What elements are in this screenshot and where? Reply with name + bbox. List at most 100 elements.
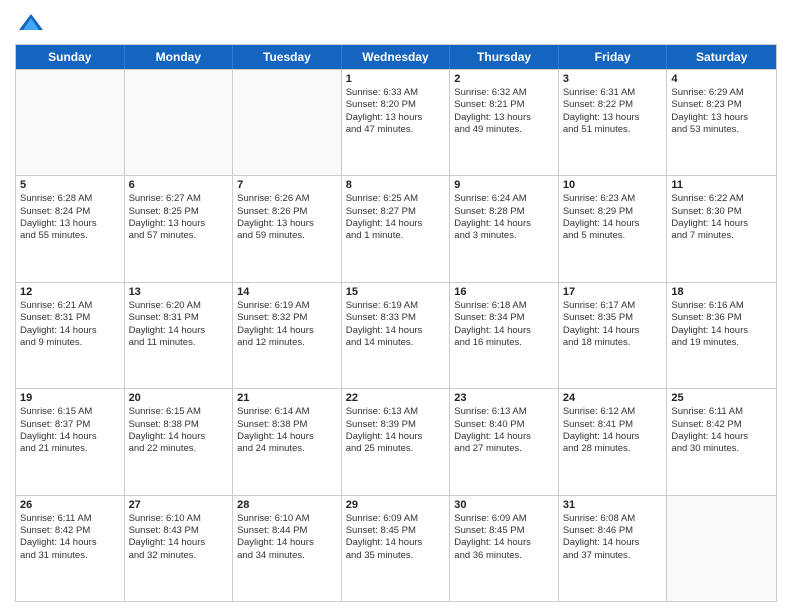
cell-line: Sunrise: 6:09 AM <box>346 513 446 525</box>
cell-line: Sunrise: 6:27 AM <box>129 193 229 205</box>
cell-line: Sunrise: 6:11 AM <box>20 513 120 525</box>
cell-line: and 35 minutes. <box>346 550 446 562</box>
cell-line: Sunrise: 6:22 AM <box>671 193 772 205</box>
day-number: 27 <box>129 499 229 511</box>
day-number: 21 <box>237 392 337 404</box>
cell-line: Sunrise: 6:10 AM <box>129 513 229 525</box>
cell-line: Sunset: 8:32 PM <box>237 312 337 324</box>
cell-line: and 55 minutes. <box>20 230 120 242</box>
cell-line: and 36 minutes. <box>454 550 554 562</box>
day-number: 2 <box>454 73 554 85</box>
cell-line: and 34 minutes. <box>237 550 337 562</box>
weekday-header-sunday: Sunday <box>16 45 125 69</box>
cell-line: Daylight: 14 hours <box>129 431 229 443</box>
cell-line: and 5 minutes. <box>563 230 663 242</box>
cell-line: Daylight: 14 hours <box>563 325 663 337</box>
cell-line: Daylight: 13 hours <box>129 218 229 230</box>
day-cell-14: 14Sunrise: 6:19 AMSunset: 8:32 PMDayligh… <box>233 283 342 388</box>
cell-line: Sunrise: 6:16 AM <box>671 300 772 312</box>
day-cell-7: 7Sunrise: 6:26 AMSunset: 8:26 PMDaylight… <box>233 176 342 281</box>
cell-line: Daylight: 14 hours <box>454 431 554 443</box>
cell-line: Sunset: 8:25 PM <box>129 206 229 218</box>
cell-line: Sunrise: 6:14 AM <box>237 406 337 418</box>
cell-line: Sunrise: 6:18 AM <box>454 300 554 312</box>
cell-line: Sunrise: 6:19 AM <box>346 300 446 312</box>
cell-line: Daylight: 14 hours <box>346 325 446 337</box>
day-number: 13 <box>129 286 229 298</box>
cell-line: and 30 minutes. <box>671 443 772 455</box>
day-number: 30 <box>454 499 554 511</box>
cell-line: Sunset: 8:44 PM <box>237 525 337 537</box>
cell-line: Sunset: 8:30 PM <box>671 206 772 218</box>
cell-line: Sunset: 8:27 PM <box>346 206 446 218</box>
day-number: 5 <box>20 179 120 191</box>
day-number: 18 <box>671 286 772 298</box>
cell-line: Sunrise: 6:31 AM <box>563 87 663 99</box>
page: SundayMondayTuesdayWednesdayThursdayFrid… <box>0 0 792 612</box>
cell-line: Sunset: 8:46 PM <box>563 525 663 537</box>
weekday-header-thursday: Thursday <box>450 45 559 69</box>
day-cell-31: 31Sunrise: 6:08 AMSunset: 8:46 PMDayligh… <box>559 496 668 601</box>
cell-line: and 7 minutes. <box>671 230 772 242</box>
calendar-row-4: 19Sunrise: 6:15 AMSunset: 8:37 PMDayligh… <box>16 388 776 494</box>
cell-line: and 21 minutes. <box>20 443 120 455</box>
cell-line: Daylight: 14 hours <box>346 537 446 549</box>
cell-line: Sunrise: 6:28 AM <box>20 193 120 205</box>
cell-line: Sunset: 8:24 PM <box>20 206 120 218</box>
cell-line: Sunset: 8:38 PM <box>237 419 337 431</box>
cell-line: Sunset: 8:45 PM <box>454 525 554 537</box>
day-number: 17 <box>563 286 663 298</box>
day-cell-30: 30Sunrise: 6:09 AMSunset: 8:45 PMDayligh… <box>450 496 559 601</box>
day-number: 15 <box>346 286 446 298</box>
day-number: 28 <box>237 499 337 511</box>
cell-line: and 37 minutes. <box>563 550 663 562</box>
day-number: 4 <box>671 73 772 85</box>
cell-line: Sunset: 8:39 PM <box>346 419 446 431</box>
cell-line: and 53 minutes. <box>671 124 772 136</box>
cell-line: and 32 minutes. <box>129 550 229 562</box>
cell-line: Daylight: 14 hours <box>671 431 772 443</box>
weekday-header-monday: Monday <box>125 45 234 69</box>
day-number: 20 <box>129 392 229 404</box>
cell-line: Sunset: 8:43 PM <box>129 525 229 537</box>
logo-icon <box>17 10 45 38</box>
empty-cell <box>667 496 776 601</box>
cell-line: Daylight: 14 hours <box>454 218 554 230</box>
day-cell-12: 12Sunrise: 6:21 AMSunset: 8:31 PMDayligh… <box>16 283 125 388</box>
weekday-header-saturday: Saturday <box>667 45 776 69</box>
cell-line: Sunset: 8:38 PM <box>129 419 229 431</box>
cell-line: and 11 minutes. <box>129 337 229 349</box>
cell-line: Sunrise: 6:29 AM <box>671 87 772 99</box>
cell-line: Sunset: 8:42 PM <box>20 525 120 537</box>
cell-line: Sunrise: 6:09 AM <box>454 513 554 525</box>
cell-line: and 27 minutes. <box>454 443 554 455</box>
cell-line: Sunset: 8:20 PM <box>346 99 446 111</box>
day-cell-1: 1Sunrise: 6:33 AMSunset: 8:20 PMDaylight… <box>342 70 451 175</box>
cell-line: Sunrise: 6:12 AM <box>563 406 663 418</box>
day-cell-27: 27 Sunrise: 6:10 AMSunset: 8:43 PMDayligh… <box>125 496 234 601</box>
cell-line: and 51 minutes. <box>563 124 663 136</box>
cell-line: Sunset: 8:36 PM <box>671 312 772 324</box>
day-cell-21: 21 Sunrise: 6:14 AMSunset: 8:38 PMDayligh… <box>233 389 342 494</box>
cell-line: Sunrise: 6:20 AM <box>129 300 229 312</box>
calendar-row-5: 26Sunrise: 6:11 AMSunset: 8:42 PMDayligh… <box>16 495 776 601</box>
calendar-row-1: 1Sunrise: 6:33 AMSunset: 8:20 PMDaylight… <box>16 69 776 175</box>
day-number: 11 <box>671 179 772 191</box>
cell-line: and 57 minutes. <box>129 230 229 242</box>
cell-line: Sunset: 8:21 PM <box>454 99 554 111</box>
cell-line: Daylight: 14 hours <box>20 325 120 337</box>
cell-line: and 9 minutes. <box>20 337 120 349</box>
day-number: 6 <box>129 179 229 191</box>
cell-line: Daylight: 14 hours <box>129 537 229 549</box>
cell-line: and 12 minutes. <box>237 337 337 349</box>
cell-line: Daylight: 14 hours <box>237 431 337 443</box>
day-number: 1 <box>346 73 446 85</box>
day-number: 7 <box>237 179 337 191</box>
cell-line: and 47 minutes. <box>346 124 446 136</box>
calendar-row-3: 12Sunrise: 6:21 AMSunset: 8:31 PMDayligh… <box>16 282 776 388</box>
cell-line: Daylight: 14 hours <box>20 431 120 443</box>
empty-cell <box>16 70 125 175</box>
cell-line: and 22 minutes. <box>129 443 229 455</box>
calendar-row-2: 5 Sunrise: 6:28 AMSunset: 8:24 PM Daylight… <box>16 175 776 281</box>
day-number: 22 <box>346 392 446 404</box>
